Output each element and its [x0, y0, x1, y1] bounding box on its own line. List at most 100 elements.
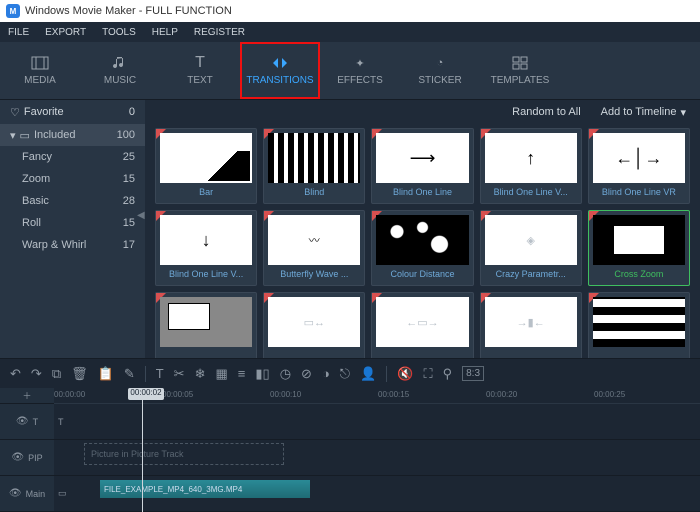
category-zoom[interactable]: Zoom15	[0, 168, 145, 190]
filmstrip-icon[interactable]: ▦	[215, 366, 227, 382]
random-to-all-button[interactable]: Random to All	[512, 106, 580, 118]
transition-card[interactable]: Bar	[155, 128, 257, 204]
edit-icon[interactable]: ✎	[124, 366, 135, 382]
sticker-icon: ◔	[437, 55, 444, 71]
app-title: Windows Movie Maker - FULL FUNCTION	[25, 5, 232, 17]
ruler-tick: 00:00:05	[162, 390, 193, 399]
mute-icon[interactable]: 🔇	[397, 366, 413, 382]
menu-help[interactable]: HELP	[152, 27, 178, 38]
pip-track-header[interactable]: 👁PIP	[0, 440, 54, 476]
menu-register[interactable]: REGISTER	[194, 27, 245, 38]
track-headers: ＋ 👁T 👁PIP 👁Main	[0, 388, 54, 512]
text-track[interactable]: T	[54, 404, 700, 440]
ruler-tick: 00:00:25	[594, 390, 625, 399]
app-logo: M	[6, 4, 20, 18]
menu-icon[interactable]: ≡	[238, 366, 246, 381]
tab-sticker[interactable]: ◔ STICKER	[400, 42, 480, 99]
transition-name: Cross Zoom	[589, 269, 689, 285]
category-included[interactable]: ▾▭Included 100	[0, 124, 145, 146]
cut-icon[interactable]: ✂	[174, 366, 185, 382]
category-warpwhirl[interactable]: Warp & Whirl17	[0, 234, 145, 256]
tab-transitions[interactable]: TRANSITIONS	[240, 42, 320, 99]
transition-name: Blind One Line V...	[156, 269, 256, 285]
text-tool-icon[interactable]: T	[156, 366, 164, 381]
ruler-tick: 00:00:00	[54, 390, 85, 399]
chevron-down-icon: ▾	[10, 129, 16, 142]
tab-effects[interactable]: ✦ EFFECTS	[320, 42, 400, 99]
category-fancy[interactable]: Fancy25	[0, 146, 145, 168]
timer-icon[interactable]: ◷	[280, 366, 291, 382]
effects-icon: ✦	[355, 55, 364, 71]
tab-music[interactable]: MUSIC	[80, 42, 160, 99]
speed-icon[interactable]: ▮▯	[255, 366, 269, 382]
transition-card[interactable]: Blind	[263, 128, 365, 204]
main-track[interactable]: ▭ FILE_EXAMPLE_MP4_640_3MG.MP4	[54, 476, 700, 512]
transition-card[interactable]: 〰Butterfly Wave ...	[263, 210, 365, 286]
transition-card[interactable]	[588, 292, 690, 358]
chevron-down-icon: ▾	[680, 106, 686, 119]
undo-icon[interactable]: ↶	[10, 366, 21, 382]
pip-placeholder[interactable]: Picture in Picture Track	[84, 443, 284, 465]
playhead[interactable]: 00:00:02	[142, 388, 143, 512]
paste-icon[interactable]: 📋	[98, 366, 114, 382]
person-icon[interactable]: 👤	[360, 366, 376, 382]
text-track-header[interactable]: 👁T	[0, 404, 54, 440]
eye-icon: 👁	[9, 488, 22, 499]
eyedropper-icon[interactable]: ⎋	[340, 366, 350, 382]
media-icon	[31, 55, 49, 71]
tab-media[interactable]: MEDIA	[0, 42, 80, 99]
transition-card[interactable]: ▭↔	[263, 292, 365, 358]
main-track-header[interactable]: 👁Main	[0, 476, 54, 512]
delete-icon[interactable]: 🗑	[71, 366, 88, 382]
transition-card[interactable]: →▮←	[480, 292, 582, 358]
tab-text[interactable]: T TEXT	[160, 42, 240, 99]
transition-name: Blind One Line VR	[589, 187, 689, 203]
denoise-icon[interactable]: ⊘	[301, 366, 312, 382]
titlebar: M Windows Movie Maker - FULL FUNCTION	[0, 0, 700, 22]
menu-tools[interactable]: TOOLS	[102, 27, 136, 38]
crop-icon[interactable]: ⛶	[423, 366, 432, 382]
transition-card[interactable]: ←│→Blind One Line VR	[588, 128, 690, 204]
category-roll[interactable]: Roll15	[0, 212, 145, 234]
music-icon	[112, 55, 128, 71]
video-clip[interactable]: FILE_EXAMPLE_MP4_640_3MG.MP4	[100, 480, 310, 498]
transition-card[interactable]: Cross Zoom	[588, 210, 690, 286]
transition-name: Blind	[264, 187, 364, 203]
transitions-grid: Bar Blind ⟶Blind One Line↑Blind One Line V…	[145, 124, 700, 358]
menubar: FILE EXPORT TOOLS HELP REGISTER	[0, 22, 700, 42]
transition-icon	[271, 55, 289, 71]
transition-name: Blind One Line V...	[481, 187, 581, 203]
add-to-timeline-button[interactable]: Add to Timeline▾	[601, 106, 686, 119]
freeze-icon[interactable]: ❄	[195, 366, 206, 382]
pip-track[interactable]: Picture in Picture Track	[54, 440, 700, 476]
tune-icon[interactable]: ⚲	[443, 366, 453, 382]
transition-card[interactable]: ◈Crazy Parametr...	[480, 210, 582, 286]
redo-icon[interactable]: ↷	[31, 366, 42, 382]
menu-export[interactable]: EXPORT	[45, 27, 86, 38]
collapse-sidebar-icon[interactable]: ◀	[137, 210, 145, 221]
ruler-tick: 00:00:15	[378, 390, 409, 399]
transition-name: Butterfly Wave ...	[264, 269, 364, 285]
main-track-icon: ▭	[58, 488, 67, 499]
transition-card[interactable]: ←▭→	[371, 292, 473, 358]
transition-card[interactable]: ⟶Blind One Line	[371, 128, 473, 204]
transition-card[interactable]: ↑Blind One Line V...	[480, 128, 582, 204]
timeline-toolbar: ↶ ↷ ⧉ 🗑 📋 ✎ T ✂ ❄ ▦ ≡ ▮▯ ◷ ⊘ ◑ ⎋ 👤 🔇 ⛶ ⚲…	[0, 358, 700, 388]
category-basic[interactable]: Basic28	[0, 190, 145, 212]
transition-card[interactable]: Colour Distance	[371, 210, 473, 286]
transition-card[interactable]	[155, 292, 257, 358]
folder-icon: ▭	[20, 129, 30, 142]
favorite-row[interactable]: ♡Favorite 0	[0, 100, 145, 124]
menu-file[interactable]: FILE	[8, 27, 29, 38]
transition-card[interactable]: ↓Blind One Line V...	[155, 210, 257, 286]
category-list: ▾▭Included 100 Fancy25 Zoom15 Basic28 Ro…	[0, 124, 145, 358]
timeline: ＋ 👁T 👁PIP 👁Main 00:00:0000:00:0500:00:10…	[0, 388, 700, 512]
transition-name	[372, 351, 472, 358]
copy-icon[interactable]: ⧉	[52, 366, 61, 382]
color-icon[interactable]: ◑	[322, 366, 330, 381]
heart-icon: ♡	[10, 106, 20, 119]
tab-templates[interactable]: TEMPLATES	[480, 42, 560, 99]
transition-name	[589, 351, 689, 358]
add-track-button[interactable]: ＋	[0, 388, 54, 404]
aspect-ratio-button[interactable]: 8:3	[462, 366, 484, 381]
